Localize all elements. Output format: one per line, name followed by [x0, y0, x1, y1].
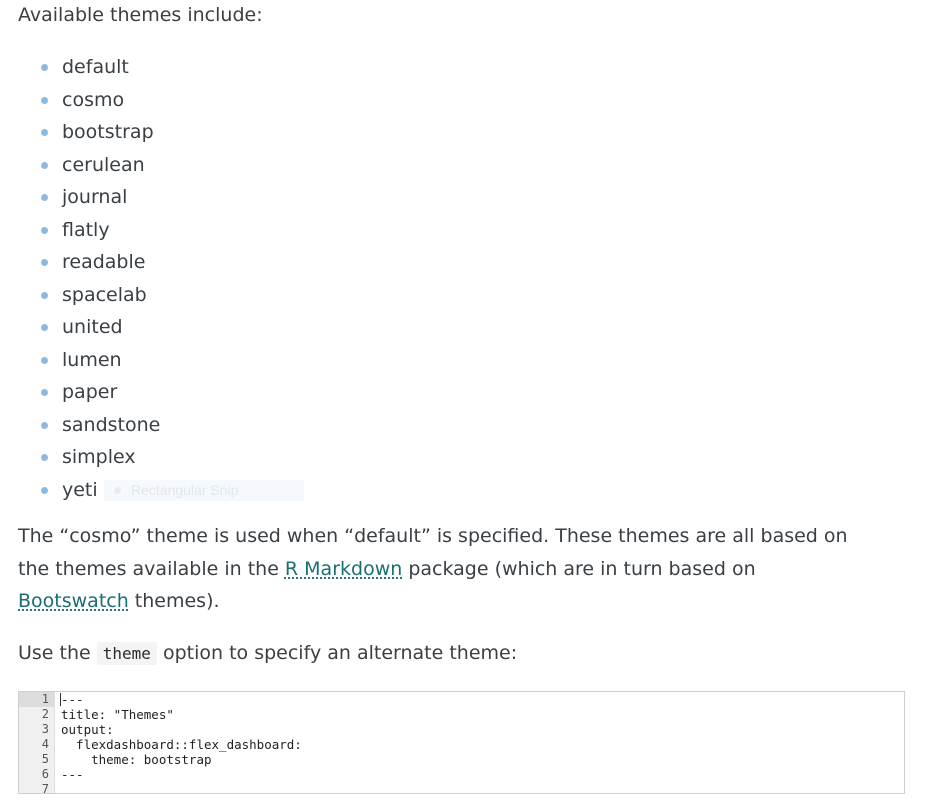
theme-name: readable — [62, 251, 146, 273]
theme-list: default cosmo bootstrap cerulean journal… — [18, 54, 160, 509]
bullet-icon — [41, 259, 48, 266]
bullet-icon — [41, 194, 48, 201]
code-line[interactable]: flexdashboard::flex_dashboard: — [61, 737, 302, 752]
bullet-icon — [41, 129, 48, 136]
list-item: cerulean — [18, 152, 160, 185]
theme-name: sandstone — [62, 413, 161, 436]
line-number: 7 — [41, 782, 49, 794]
list-item: spacelab — [18, 282, 160, 315]
code-line[interactable]: output: — [61, 722, 302, 737]
line-number: 1 — [19, 692, 54, 707]
bullet-icon — [41, 324, 48, 331]
themes-description-paragraph: The “cosmo” theme is used when “default”… — [18, 520, 848, 618]
bullet-icon — [41, 226, 48, 234]
line-number: 3 — [41, 722, 49, 736]
theme-name: cerulean — [62, 153, 145, 176]
list-item: readable — [18, 249, 160, 282]
theme-name: paper — [62, 381, 118, 403]
paragraph-line-2-end: package (which are in turn based on — [402, 557, 756, 580]
code-line[interactable]: theme: bootstrap — [61, 752, 302, 767]
bullet-icon — [41, 64, 48, 71]
theme-name: simplex — [62, 446, 136, 468]
list-item: sandstone — [18, 412, 160, 445]
line-number: 2 — [41, 707, 49, 721]
theme-option-paragraph: Use the theme option to specify an alter… — [18, 637, 517, 671]
theme-name: bootstrap — [62, 121, 154, 143]
bullet-icon — [41, 161, 48, 169]
paragraph-line-3-end: themes). — [128, 590, 220, 612]
list-item: lumen — [18, 347, 160, 380]
theme-name: cosmo — [62, 88, 125, 111]
list-item: bootstrap — [18, 119, 160, 152]
list-item: paper — [18, 379, 160, 412]
line-number: 6 — [41, 767, 49, 781]
code-editor[interactable]: 1 2 3 4 5 6 7 --- title: "Themes" output… — [18, 691, 905, 794]
list-item: journal — [18, 184, 160, 217]
theme-name: spacelab — [62, 283, 147, 306]
line-number: 4 — [41, 737, 49, 751]
code-lines[interactable]: --- title: "Themes" output: flexdashboar… — [61, 692, 302, 793]
rectangular-snip-overlay[interactable]: Rectangular Snip — [104, 480, 304, 501]
paragraph-text-start: Use the — [18, 642, 97, 664]
paragraph-line-1: The “cosmo” theme is used when “default”… — [18, 525, 848, 547]
theme-name: united — [62, 316, 123, 338]
bullet-icon — [41, 96, 48, 104]
snip-dot-icon — [114, 487, 121, 495]
bullet-icon — [41, 389, 48, 396]
code-line[interactable]: --- — [61, 767, 302, 782]
snip-overlay-label: Rectangular Snip — [131, 482, 239, 498]
bullet-icon — [41, 356, 48, 364]
line-number: 5 — [41, 752, 49, 766]
theme-name: default — [62, 56, 129, 78]
list-item: united — [18, 314, 160, 347]
code-line[interactable] — [61, 782, 302, 793]
rmarkdown-link[interactable]: R Markdown — [285, 558, 402, 580]
intro-text: Available themes include: — [18, 4, 263, 26]
bullet-icon — [41, 486, 48, 494]
bullet-icon — [41, 421, 48, 429]
theme-name: flatly — [62, 218, 110, 241]
list-item: default — [18, 54, 160, 87]
list-item: cosmo — [18, 87, 160, 120]
theme-name: yeti — [62, 478, 98, 501]
paragraph-text-end: option to specify an alternate theme: — [156, 642, 518, 664]
bootswatch-link[interactable]: Bootswatch — [18, 590, 129, 612]
theme-name: journal — [62, 186, 128, 208]
list-item: flatly — [18, 217, 160, 250]
line-number-gutter: 1 2 3 4 5 6 7 — [19, 692, 55, 793]
list-item: simplex — [18, 444, 160, 477]
code-line[interactable]: --- — [61, 692, 302, 707]
bullet-icon — [41, 291, 48, 299]
paragraph-line-2-start: the themes available in the — [18, 557, 285, 580]
bullet-icon — [41, 454, 48, 461]
theme-name: lumen — [62, 348, 122, 371]
code-line[interactable]: title: "Themes" — [61, 707, 302, 722]
inline-code-theme: theme — [96, 642, 157, 665]
